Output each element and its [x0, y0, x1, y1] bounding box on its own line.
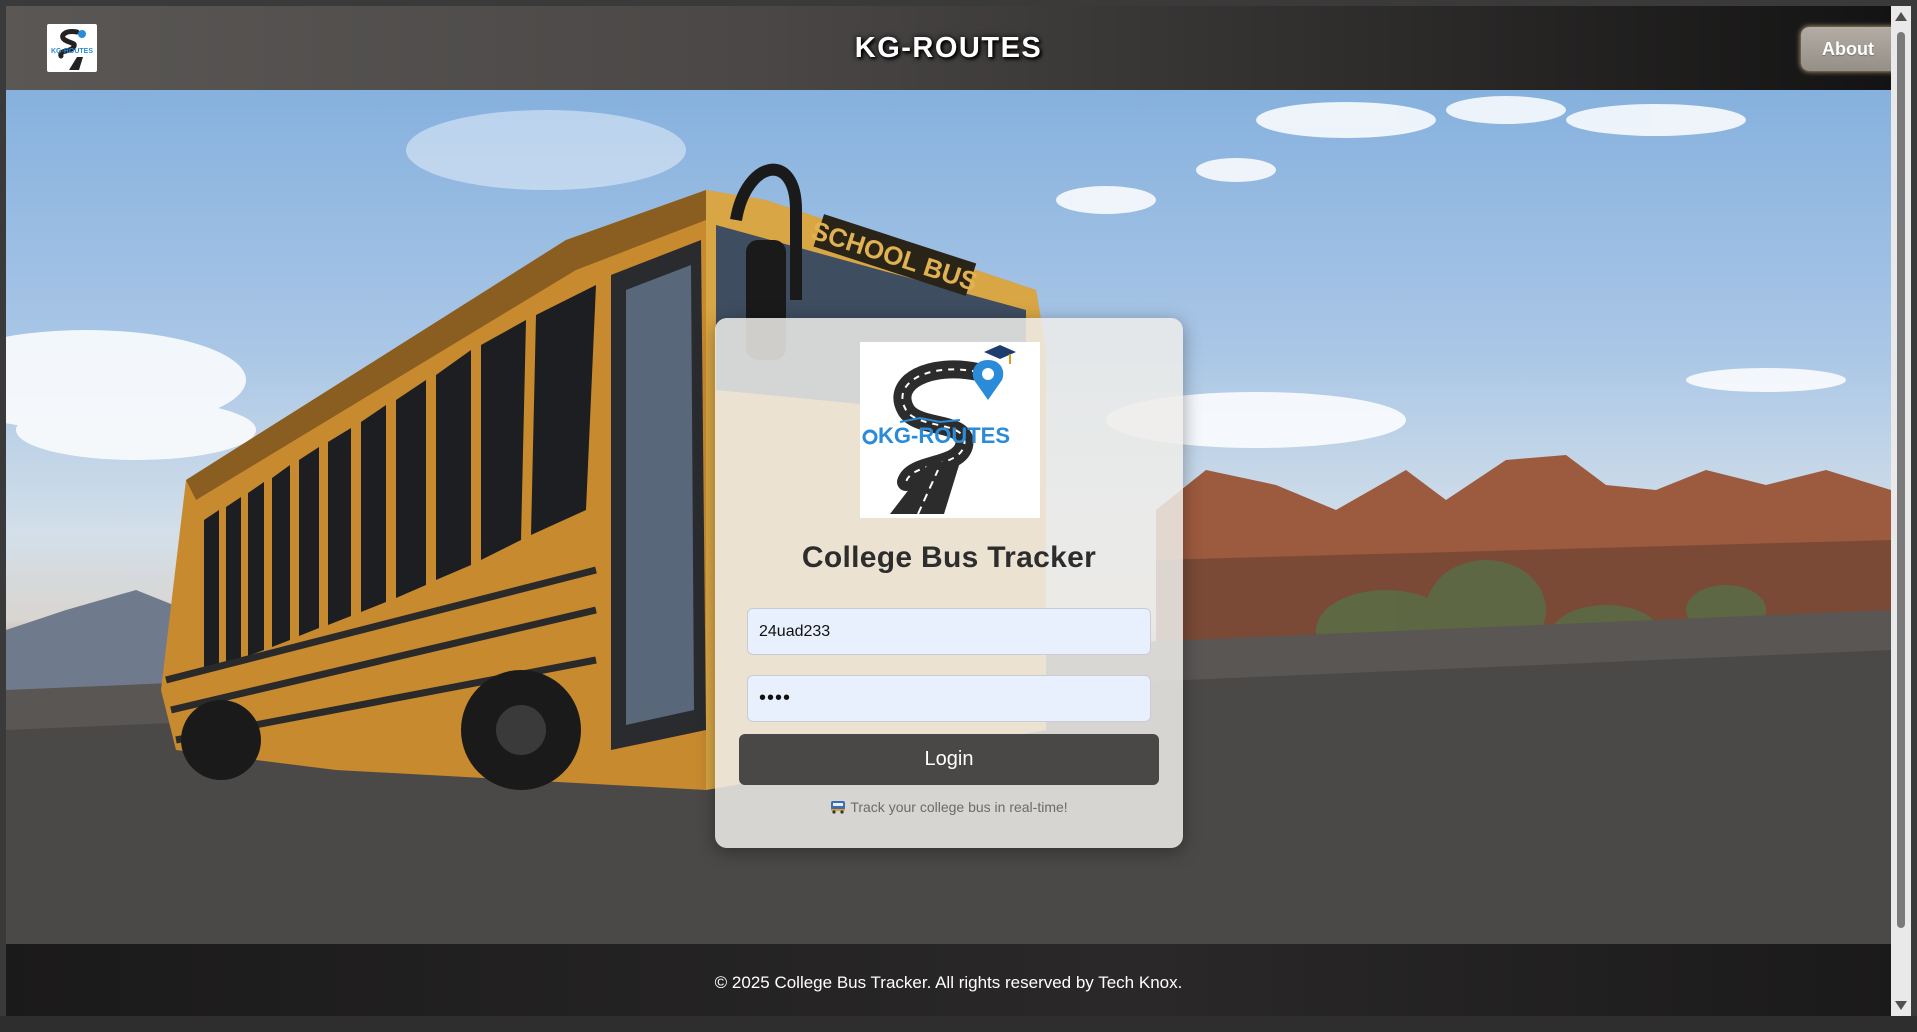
browser-viewport: KG-ROUTES KG-ROUTES About SCHOOL BUS KG-…	[6, 6, 1891, 1016]
tagline-text: Track your college bus in real-time!	[850, 799, 1068, 815]
scroll-up-arrow-icon[interactable]	[1895, 12, 1907, 21]
tagline: Track your college bus in real-time!	[715, 799, 1183, 817]
window-bottom-edge	[0, 1016, 1917, 1032]
login-card: KG-ROUTES College Bus Tracker Login Trac…	[715, 318, 1183, 848]
vertical-scrollbar[interactable]	[1891, 6, 1911, 1016]
kg-routes-logo-icon: KG-ROUTES	[860, 342, 1040, 518]
password-input[interactable]	[747, 675, 1151, 722]
kg-routes-logo-icon[interactable]: KG-ROUTES	[47, 24, 97, 72]
scroll-down-arrow-icon[interactable]	[1895, 1001, 1907, 1010]
bus-icon	[830, 800, 846, 817]
site-title: KG-ROUTES	[854, 31, 1043, 64]
scroll-thumb[interactable]	[1897, 32, 1905, 928]
username-input[interactable]	[747, 608, 1151, 655]
login-button[interactable]: Login	[739, 734, 1159, 785]
app-title: College Bus Tracker	[801, 541, 1097, 574]
top-navbar: KG-ROUTES KG-ROUTES About	[6, 6, 1891, 90]
about-button[interactable]: About	[1801, 27, 1891, 71]
svg-text:KG-ROUTES: KG-ROUTES	[51, 48, 93, 55]
card-logo-text: KG-ROUTES	[878, 423, 1010, 448]
footer: © 2025 College Bus Tracker. All rights r…	[6, 944, 1891, 1016]
copyright-text: © 2025 College Bus Tracker. All rights r…	[714, 973, 1183, 992]
